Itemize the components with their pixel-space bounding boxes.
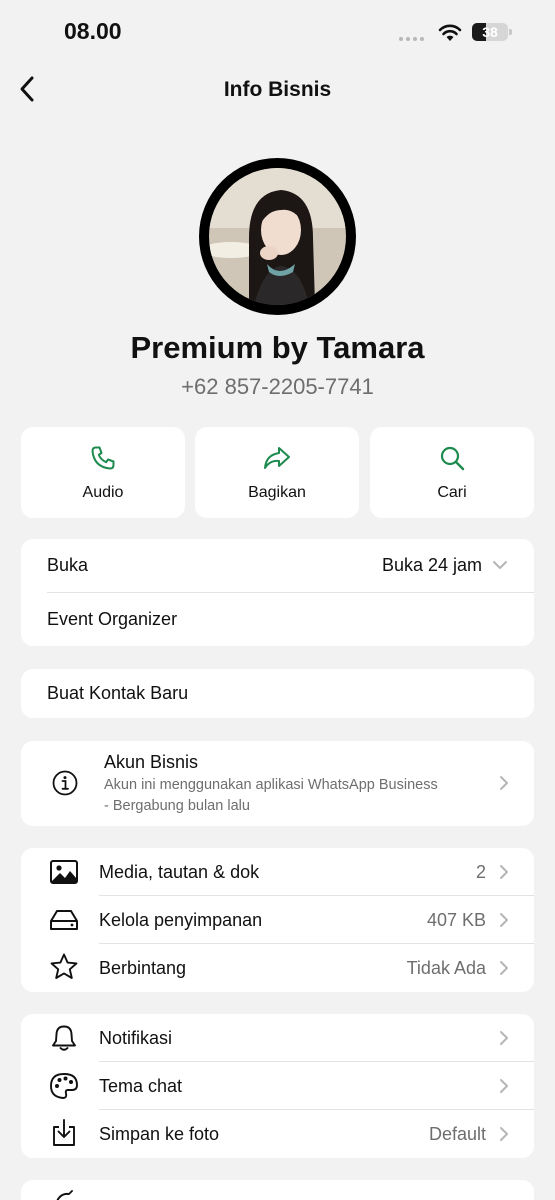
star-icon (50, 953, 78, 979)
chevron-right-icon (500, 913, 508, 927)
audio-call-button[interactable]: Audio (21, 427, 185, 518)
chevron-right-icon (500, 1127, 508, 1141)
bell-icon (52, 1025, 76, 1051)
status-bar: 08.00 38 (0, 0, 555, 64)
business-category-row: Event Organizer (21, 593, 534, 646)
timer-icon (56, 1190, 73, 1200)
save-to-photos-row[interactable]: Simpan ke foto Default (21, 1110, 534, 1158)
business-hours-row[interactable]: Buka Buka 24 jam (21, 539, 534, 592)
phone-icon (91, 446, 115, 470)
media-section-card: Media, tautan & dok 2 Kelola penyimpanan… (21, 848, 534, 992)
chevron-right-icon (500, 1031, 508, 1045)
chat-theme-label: Tema chat (99, 1076, 183, 1096)
save-to-photos-label: Simpan ke foto (99, 1124, 220, 1144)
business-account-card: Akun Bisnis Akun ini menggunakan aplikas… (21, 741, 534, 826)
new-contact-button[interactable]: Buat Kontak Baru (21, 669, 534, 718)
business-account-desc-1: Akun ini menggunakan aplikasi WhatsApp B… (104, 777, 438, 793)
profile-phone: +62 857-2205-7741 (181, 374, 374, 399)
hours-value: Buka 24 jam (381, 555, 482, 575)
next-section-card (21, 1180, 534, 1200)
status-time: 08.00 (64, 18, 122, 44)
starred-label: Berbintang (99, 958, 187, 978)
palette-icon (50, 1073, 78, 1099)
new-contact-card: Buat Kontak Baru (21, 669, 534, 718)
media-count: 2 (475, 862, 486, 882)
business-account-desc-2: - Bergabung bulan lalu (104, 798, 250, 814)
battery-level: 38 (482, 24, 498, 40)
avatar[interactable] (199, 158, 356, 315)
notifications-label: Notifikasi (99, 1028, 173, 1048)
business-account-title: Akun Bisnis (104, 752, 199, 772)
chevron-right-icon (500, 776, 508, 790)
share-label: Bagikan (248, 484, 306, 501)
wifi-icon (438, 24, 462, 41)
share-button[interactable]: Bagikan (195, 427, 359, 518)
search-button[interactable]: Cari (370, 427, 534, 518)
media-label: Media, tautan & dok (99, 862, 260, 882)
profile-name: Premium by Tamara (130, 330, 425, 365)
image-icon (50, 860, 78, 884)
save-to-photos-value: Default (428, 1124, 486, 1144)
info-icon (52, 770, 78, 796)
chevron-right-icon (500, 961, 508, 975)
download-icon (53, 1119, 75, 1146)
business-account-row[interactable]: Akun Bisnis Akun ini menggunakan aplikas… (21, 741, 534, 826)
storage-label: Kelola penyimpanan (99, 910, 263, 930)
battery-tip (509, 29, 512, 35)
manage-storage-row[interactable]: Kelola penyimpanan 407 KB (21, 896, 534, 944)
business-hours-card: Buka Buka 24 jam Event Organizer (21, 539, 534, 646)
page-title: Info Bisnis (223, 78, 332, 101)
search-label: Cari (437, 484, 467, 501)
storage-icon (50, 910, 78, 930)
chat-theme-row[interactable]: Tema chat (21, 1062, 534, 1110)
battery-icon: 38 (472, 23, 508, 41)
chevron-right-icon (500, 1079, 508, 1093)
hours-label: Buka (47, 555, 89, 575)
new-contact-label: Buat Kontak Baru (47, 683, 189, 703)
chevron-right-icon (500, 865, 508, 879)
storage-size: 407 KB (426, 910, 486, 930)
business-category: Event Organizer (47, 609, 178, 629)
audio-label: Audio (82, 484, 124, 501)
settings-section-card: Notifikasi Tema chat Simpan ke foto Defa… (21, 1014, 534, 1158)
search-icon (440, 446, 465, 471)
notifications-row[interactable]: Notifikasi (21, 1014, 534, 1062)
starred-value: Tidak Ada (406, 958, 486, 978)
media-links-docs-row[interactable]: Media, tautan & dok 2 (21, 848, 534, 896)
signal-icon (399, 37, 424, 41)
chevron-down-icon (493, 561, 507, 569)
share-icon (264, 447, 290, 469)
avatar-photo (209, 168, 346, 305)
starred-row[interactable]: Berbintang Tidak Ada (21, 944, 534, 992)
